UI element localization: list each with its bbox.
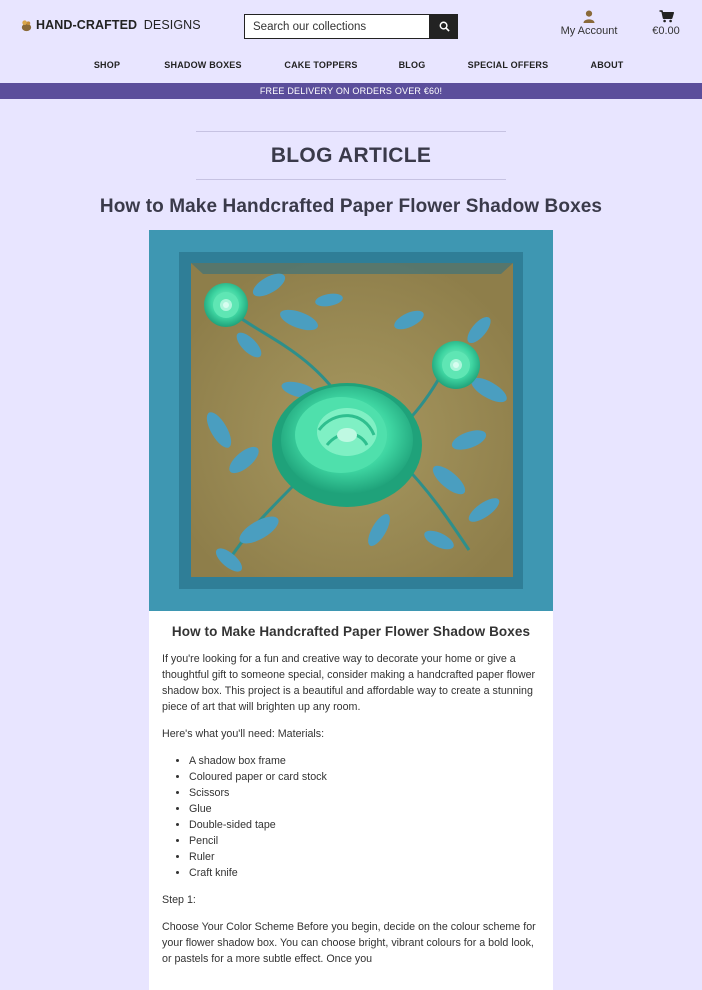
search-icon: [439, 21, 450, 32]
logo-text-bold: HAND-CRAFTED: [36, 18, 138, 32]
nav-cake-toppers[interactable]: CAKE TOPPERS: [284, 60, 357, 70]
list-item: A shadow box frame: [189, 753, 540, 769]
nav-blog[interactable]: BLOG: [399, 60, 426, 70]
list-item: Craft knife: [189, 865, 540, 881]
cart-icon: [659, 10, 674, 23]
user-icon: [583, 10, 595, 23]
page-title-box: BLOG ARTICLE: [196, 131, 506, 180]
list-item: Glue: [189, 801, 540, 817]
page-title: BLOG ARTICLE: [270, 143, 432, 167]
nav-special-offers[interactable]: SPECIAL OFFERS: [468, 60, 549, 70]
logo-text: DESIGNS: [140, 18, 201, 32]
cart-total: €0.00: [652, 25, 680, 37]
my-account-label: My Account: [560, 25, 618, 37]
article-body: How to Make Handcrafted Paper Flower Sha…: [149, 611, 553, 967]
my-account-link[interactable]: My Account: [553, 10, 625, 37]
craft-basket-icon: [21, 19, 32, 31]
search-button[interactable]: [430, 14, 458, 39]
promo-banner: FREE DELIVERY ON ORDERS OVER €60!: [0, 83, 702, 99]
site-header: HAND-CRAFTED DESIGNS My Account €0.00 SH…: [0, 0, 702, 83]
site-logo[interactable]: HAND-CRAFTED DESIGNS: [20, 18, 201, 32]
article-card-title: How to Make Handcrafted Paper Flower Sha…: [171, 624, 531, 639]
materials-list: A shadow box frame Coloured paper or car…: [189, 753, 540, 881]
main-nav: SHOP SHADOW BOXES CAKE TOPPERS BLOG SPEC…: [0, 60, 702, 72]
article-step-text: Choose Your Color Scheme Before you begi…: [162, 921, 536, 965]
article-step-label: Step 1:: [162, 894, 196, 906]
nav-about[interactable]: ABOUT: [591, 60, 624, 70]
search-bar: [244, 14, 458, 39]
list-item: Ruler: [189, 849, 540, 865]
article-intro: If you're looking for a fun and creative…: [162, 653, 536, 713]
list-item: Coloured paper or card stock: [189, 769, 540, 785]
cart-link[interactable]: €0.00: [645, 10, 687, 37]
nav-shop[interactable]: SHOP: [94, 60, 120, 70]
nav-shadow-boxes[interactable]: SHADOW BOXES: [164, 60, 241, 70]
article-title: How to Make Handcrafted Paper Flower Sha…: [99, 196, 603, 217]
article-hero-image: [149, 230, 553, 611]
article-materials-heading: Here's what you'll need: Materials:: [162, 728, 325, 740]
search-input[interactable]: [244, 14, 430, 39]
list-item: Pencil: [189, 833, 540, 849]
list-item: Scissors: [189, 785, 540, 801]
list-item: Double-sided tape: [189, 817, 540, 833]
article-card: How to Make Handcrafted Paper Flower Sha…: [149, 230, 553, 990]
